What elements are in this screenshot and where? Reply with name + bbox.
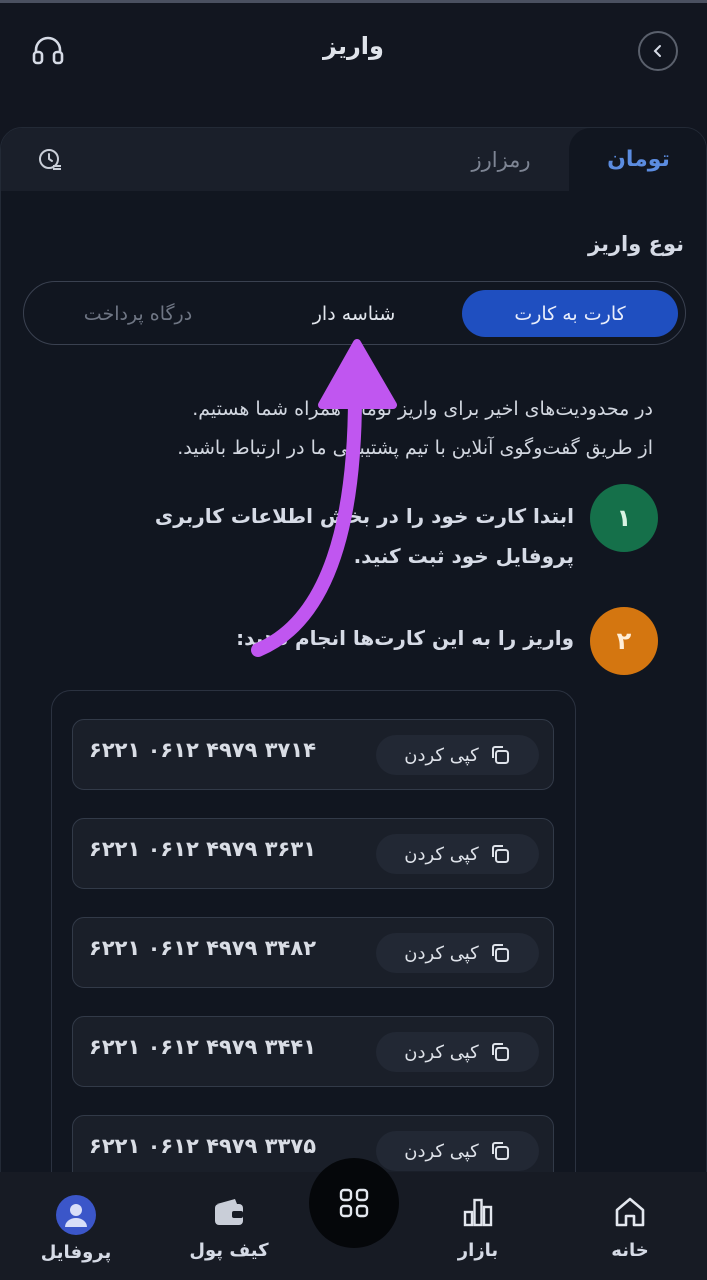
bar-chart-icon [463, 1198, 493, 1227]
avatar-icon [56, 1195, 96, 1235]
nav-home-label: خانه [611, 1240, 649, 1261]
nav-home[interactable]: خانه [575, 1194, 685, 1261]
nav-profile[interactable]: پروفایل [21, 1194, 131, 1263]
home-icon [615, 1197, 645, 1227]
menu-button[interactable] [309, 1158, 399, 1248]
wallet-icon [215, 1199, 243, 1225]
nav-wallet[interactable]: کیف پول [174, 1194, 284, 1261]
nav-market-label: بازار [457, 1240, 499, 1261]
nav-wallet-label: کیف پول [189, 1240, 269, 1261]
grid-icon [339, 1188, 369, 1218]
nav-profile-label: پروفایل [40, 1242, 112, 1263]
nav-market[interactable]: بازار [423, 1194, 533, 1261]
annotation-arrow [251, 339, 397, 657]
